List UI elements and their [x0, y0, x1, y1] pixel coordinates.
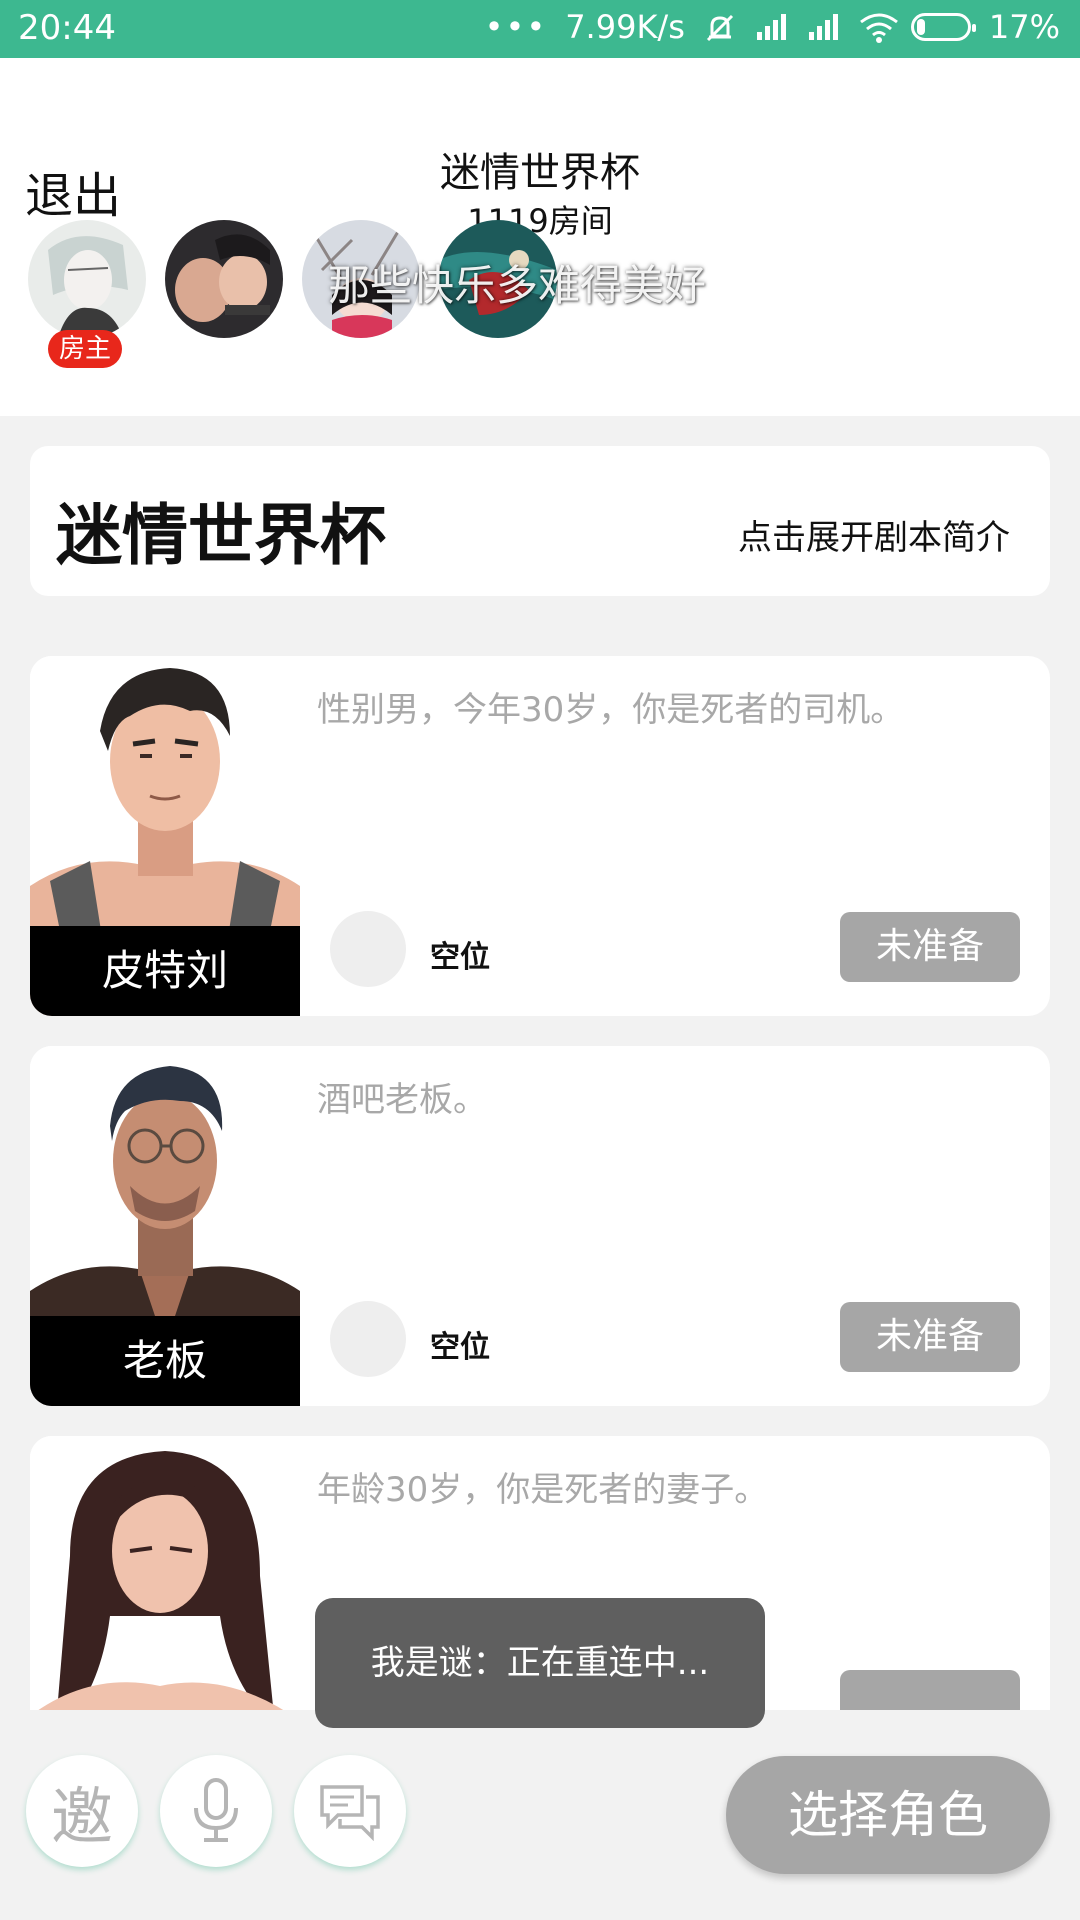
- status-bar: 20:44 ••• 7.99K/s 17%: [0, 0, 1080, 58]
- role-description: 年龄30岁，你是死者的妻子。: [317, 1470, 769, 1510]
- mute-bell-icon: [703, 12, 737, 42]
- seat-label: 空位: [430, 940, 490, 975]
- wifi-icon: [859, 12, 898, 43]
- script-info-card[interactable]: 迷情世界杯 点击展开剧本简介: [30, 446, 1050, 596]
- room-number: 1119房间: [467, 202, 613, 240]
- role-card[interactable]: 老板 酒吧老板。 空位 未准备: [30, 1046, 1050, 1406]
- script-title: 迷情世界杯: [56, 497, 386, 574]
- battery-icon: [910, 13, 976, 41]
- invite-button[interactable]: 邀: [26, 1755, 138, 1867]
- network-speed: 7.99K/s: [565, 8, 685, 46]
- role-card[interactable]: 皮特刘 性别男，今年30岁，你是死者的司机。 空位 未准备: [30, 656, 1050, 1016]
- ready-status-button[interactable]: 未准备: [840, 1302, 1020, 1372]
- role-name: 老板: [30, 1316, 300, 1406]
- seat-avatar-placeholder[interactable]: [330, 911, 406, 987]
- ready-status-button[interactable]: 未准备: [840, 912, 1020, 982]
- status-time: 20:44: [18, 8, 116, 48]
- signal-icon: [807, 12, 841, 42]
- role-portrait: 老板: [30, 1046, 300, 1406]
- expand-script-intro-link[interactable]: 点击展开剧本简介: [738, 510, 1010, 559]
- room-title: 迷情世界杯: [440, 150, 640, 196]
- signal-hd-icon: [755, 12, 789, 42]
- chat-button[interactable]: [294, 1755, 406, 1867]
- seat-avatar-placeholder[interactable]: [330, 1301, 406, 1377]
- status-icons: ••• 7.99K/s 17%: [485, 8, 1060, 46]
- host-badge: 房主: [48, 330, 122, 368]
- role-description: 性别男，今年30岁，你是死者的司机。: [317, 690, 905, 730]
- avatar-player-2[interactable]: [165, 220, 283, 338]
- battery-percent: 17%: [988, 8, 1060, 46]
- role-portrait: 皮特刘: [30, 656, 300, 1016]
- more-dots-icon: •••: [484, 8, 548, 46]
- microphone-icon: [194, 1778, 238, 1842]
- role-name: 皮特刘: [30, 926, 300, 1016]
- voice-button[interactable]: [160, 1755, 272, 1867]
- invite-icon: 邀: [50, 1780, 113, 1853]
- seat-label: 空位: [430, 1330, 490, 1365]
- danmaku-text: 那些快乐多难得美好: [328, 261, 707, 310]
- avatar-host[interactable]: [28, 220, 146, 338]
- reconnect-toast: 我是谜：正在重连中...: [315, 1598, 765, 1728]
- chat-bubbles-icon: [320, 1785, 380, 1841]
- role-description: 酒吧老板。: [317, 1080, 487, 1120]
- select-role-button[interactable]: 选择角色: [726, 1756, 1050, 1874]
